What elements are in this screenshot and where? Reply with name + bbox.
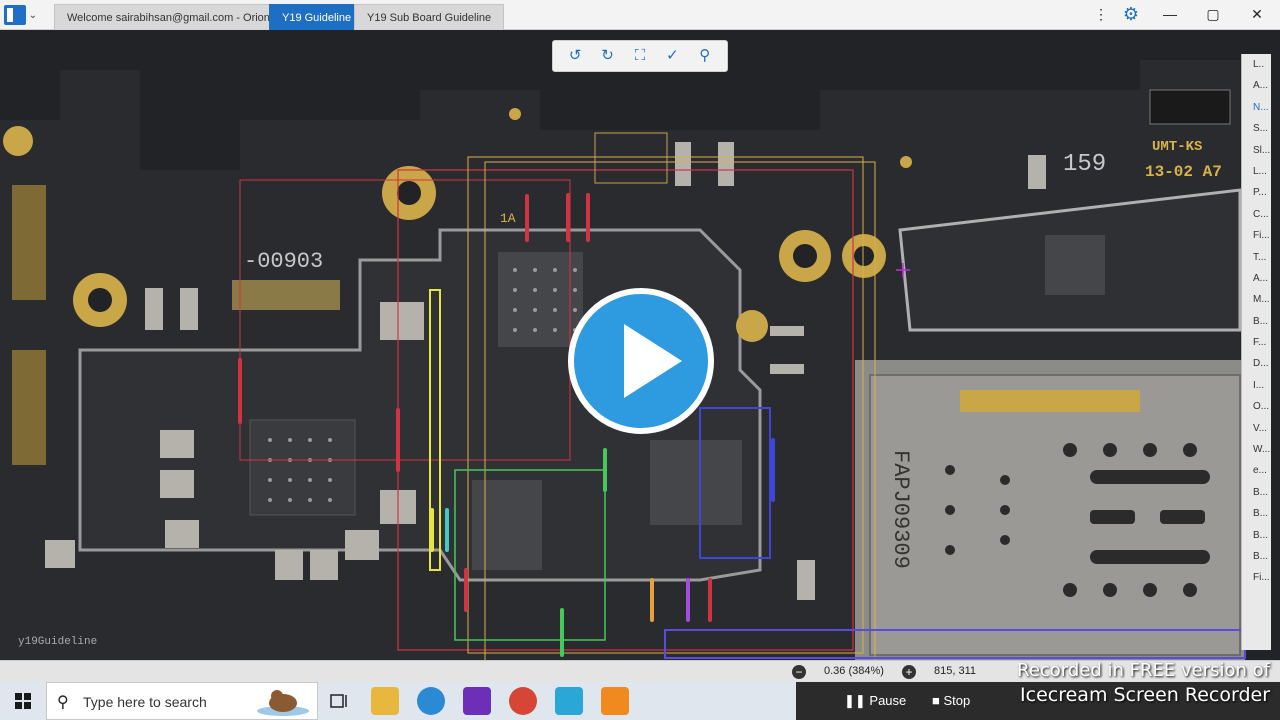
app-menu-button[interactable]: ⌄	[4, 4, 44, 26]
silk-label-fapj: FAPJ09309	[888, 450, 913, 569]
select-tool-icon[interactable]: ✓	[659, 44, 685, 68]
chevron-down-icon: ⌄	[28, 9, 38, 21]
list-item[interactable]: e...	[1242, 460, 1271, 481]
taskbar-search[interactable]: ⚲ Type here to search	[46, 682, 318, 720]
list-item[interactable]: W...	[1242, 439, 1271, 460]
list-item[interactable]: S...	[1242, 118, 1271, 139]
search-placeholder: Type here to search	[83, 694, 207, 710]
silk-label-1a: 1A	[500, 211, 516, 226]
search-highlight-image	[257, 690, 309, 716]
watermark-line-2: Icecream Screen Recorder	[1020, 684, 1270, 706]
file-explorer-icon[interactable]	[371, 687, 399, 715]
start-button[interactable]	[0, 682, 46, 720]
recorder-watermark: Recorded in FREE version of Icecream Scr…	[970, 660, 1270, 708]
zoom-out-button[interactable]: −	[792, 665, 806, 679]
zoom-level: 0.36 (384%)	[824, 665, 884, 677]
list-item[interactable]: B...	[1242, 482, 1271, 503]
watermark-line-1: Recorded in FREE version of	[1017, 660, 1270, 681]
list-item[interactable]: Fi...	[1242, 225, 1271, 246]
minimize-button[interactable]: —	[1147, 0, 1193, 28]
tab-y19-sub-board-guideline[interactable]: Y19 Sub Board Guideline	[354, 4, 505, 30]
media-app-icon[interactable]	[463, 687, 491, 715]
rotate-left-icon[interactable]: ↺	[562, 44, 588, 68]
view-toolbar: ↺ ↻ ⛶ ✓ ⚲	[552, 40, 728, 72]
tab-welcome[interactable]: Welcome sairabihsan@gmail.com - Orion	[54, 4, 283, 30]
list-item[interactable]: T...	[1242, 247, 1271, 268]
edge-browser-icon[interactable]	[417, 687, 445, 715]
pause-button[interactable]: ❚❚ Pause	[844, 693, 906, 709]
list-item[interactable]: B...	[1242, 525, 1271, 546]
play-button[interactable]	[568, 288, 714, 434]
list-item[interactable]: D...	[1242, 353, 1271, 374]
list-item[interactable]: V...	[1242, 418, 1271, 439]
board-watermark: y19Guideline	[18, 636, 97, 648]
task-view-icon[interactable]	[324, 687, 352, 715]
close-button[interactable]: ✕	[1234, 0, 1280, 28]
list-item[interactable]: L...	[1242, 161, 1271, 182]
list-item[interactable]: Fi...	[1242, 567, 1271, 588]
list-item[interactable]: A...	[1242, 75, 1271, 96]
list-item[interactable]: F...	[1242, 332, 1271, 353]
silk-label-umt: UMT-KS	[1152, 139, 1202, 155]
chrome-icon[interactable]	[509, 687, 537, 715]
list-item[interactable]: L..	[1242, 54, 1271, 75]
tab-y19-guideline[interactable]: Y19 Guideline	[269, 4, 365, 30]
windows-logo-icon	[15, 693, 31, 709]
zoom-in-button[interactable]: +	[902, 665, 916, 679]
silk-label-00903: -00903	[244, 249, 323, 274]
list-item[interactable]: M...	[1242, 289, 1271, 310]
list-item[interactable]: I...	[1242, 375, 1271, 396]
silk-label-159: 159	[1063, 151, 1106, 178]
title-bar: ⌄ Welcome sairabihsan@gmail.com - Orion …	[0, 0, 1280, 30]
app-logo-icon	[4, 5, 26, 25]
silk-label-date: 13-02 A7	[1145, 163, 1222, 181]
maximize-button[interactable]: ▢	[1190, 0, 1236, 28]
stop-button[interactable]: ■ Stop	[932, 693, 970, 708]
search-icon: ⚲	[57, 694, 69, 711]
rotate-right-icon[interactable]: ↻	[595, 44, 621, 68]
list-item[interactable]: B...	[1242, 311, 1271, 332]
list-item[interactable]: N...	[1242, 97, 1271, 118]
component-list-panel: L.. A... N... S... Sl... L... P... C... …	[1241, 54, 1271, 650]
fit-screen-icon[interactable]: ⛶	[627, 44, 653, 68]
icecream-recorder-icon[interactable]	[601, 687, 629, 715]
list-item[interactable]: A...	[1242, 268, 1271, 289]
play-icon	[624, 324, 682, 398]
list-item[interactable]: B...	[1242, 503, 1271, 524]
orion-app-icon[interactable]	[555, 687, 583, 715]
list-item[interactable]: B...	[1242, 546, 1271, 567]
list-item[interactable]: O...	[1242, 396, 1271, 417]
list-item[interactable]: Sl...	[1242, 140, 1271, 161]
list-item[interactable]: P...	[1242, 182, 1271, 203]
list-item[interactable]: C...	[1242, 204, 1271, 225]
search-icon[interactable]: ⚲	[692, 44, 718, 68]
